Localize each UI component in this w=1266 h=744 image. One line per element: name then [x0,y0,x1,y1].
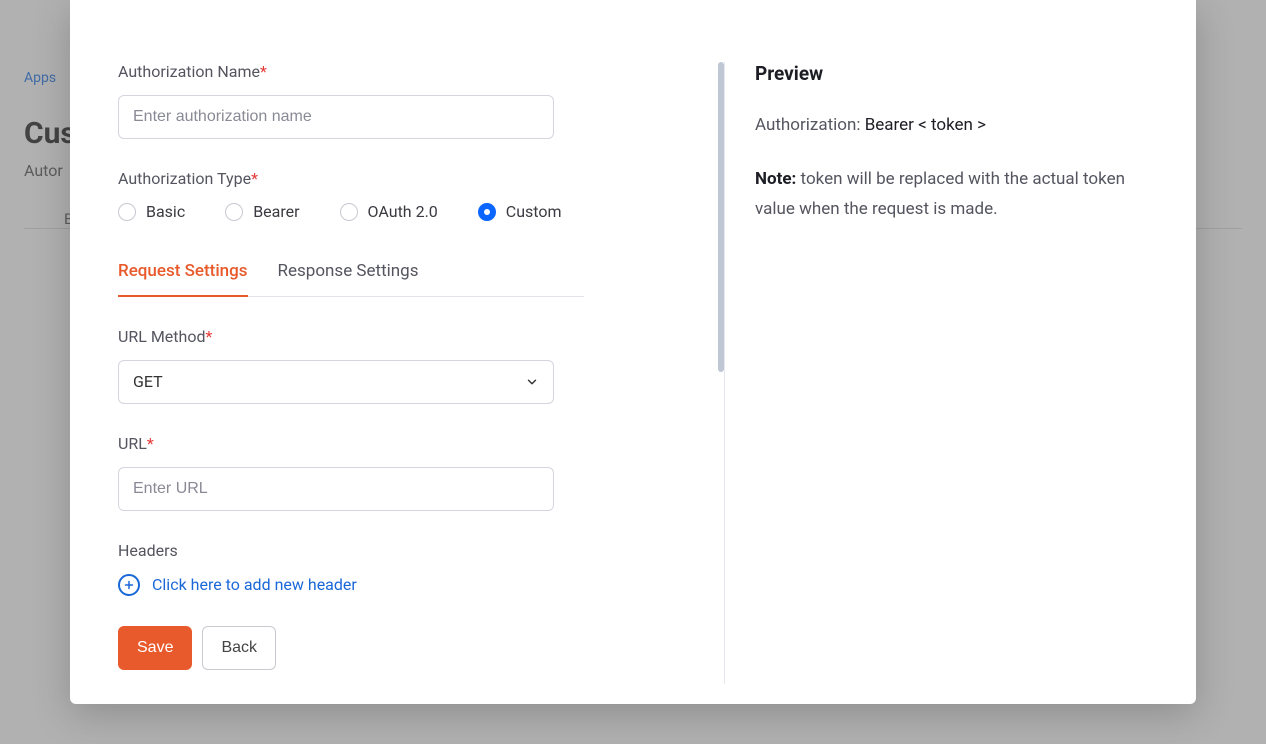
auth-name-input[interactable] [118,95,554,139]
preview-title: Preview [755,62,1148,85]
radio-circle-icon [340,203,358,221]
auth-type-label: Authorization Type* [118,169,676,188]
radio-circle-checked-icon [478,203,496,221]
preview-auth-label: Authorization: [755,115,865,135]
required-marker: * [147,434,154,453]
auth-name-label-text: Authorization Name [118,62,260,81]
required-marker: * [251,169,258,188]
radio-bearer[interactable]: Bearer [225,202,299,221]
preview-auth-line: Authorization: Bearer < token > [755,115,1148,135]
radio-oauth[interactable]: OAuth 2.0 [340,202,438,221]
preview-note: Note: token will be replaced with the ac… [755,165,1148,225]
url-method-label-text: URL Method [118,327,205,346]
headers-label: Headers [118,541,676,560]
tab-request-settings[interactable]: Request Settings [118,261,248,297]
tab-response-settings[interactable]: Response Settings [278,261,419,296]
radio-custom-label: Custom [506,202,562,221]
preview-auth-value: Bearer < token > [865,115,986,135]
radio-circle-icon [118,203,136,221]
radio-bearer-label: Bearer [253,202,299,221]
url-method-value: GET [133,372,163,391]
back-button[interactable]: Back [202,626,276,670]
radio-basic-label: Basic [146,202,185,221]
scrollbar[interactable] [718,62,724,372]
add-header-button[interactable]: Click here to add new header [118,574,676,596]
radio-basic[interactable]: Basic [118,202,185,221]
save-button[interactable]: Save [118,626,192,670]
url-method-select[interactable]: GET [118,360,554,404]
url-label-text: URL [118,434,147,453]
auth-type-label-text: Authorization Type [118,169,251,188]
url-input[interactable] [118,467,554,511]
preview-note-label: Note: [755,169,801,189]
auth-type-radio-group: Basic Bearer OAuth 2.0 Custom [118,202,676,221]
plus-circle-icon [118,574,140,596]
required-marker: * [205,327,212,346]
url-method-label: URL Method* [118,327,676,346]
chevron-down-icon [525,375,539,389]
auth-name-label: Authorization Name* [118,62,676,81]
add-header-label: Click here to add new header [152,575,357,594]
auth-config-modal: Authorization Name* Authorization Type* … [70,0,1196,704]
radio-circle-icon [225,203,243,221]
preview-note-text: token will be replaced with the actual t… [755,169,1125,219]
required-marker: * [260,62,267,81]
radio-oauth-label: OAuth 2.0 [368,202,438,221]
radio-custom[interactable]: Custom [478,202,562,221]
settings-tabs: Request Settings Response Settings [118,261,584,297]
url-label: URL* [118,434,676,453]
